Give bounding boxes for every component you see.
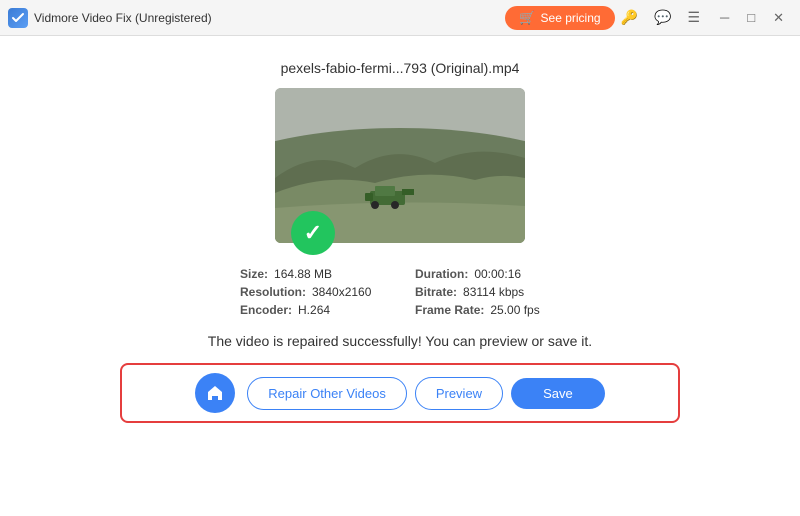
resolution-label: Resolution: xyxy=(240,285,306,299)
pricing-label: See pricing xyxy=(541,11,601,25)
encoder-label: Encoder: xyxy=(240,303,292,317)
success-message: The video is repaired successfully! You … xyxy=(208,333,592,349)
encoder-row: Encoder: H.264 xyxy=(240,303,385,317)
resolution-row: Resolution: 3840x2160 xyxy=(240,285,385,299)
app-title: Vidmore Video Fix (Unregistered) xyxy=(34,11,212,25)
size-label: Size: xyxy=(240,267,268,281)
preview-button[interactable]: Preview xyxy=(415,377,503,410)
chat-icon-button[interactable]: 💬 xyxy=(648,5,677,30)
main-content: pexels-fabio-fermi...793 (Original).mp4 xyxy=(0,36,800,516)
framerate-label: Frame Rate: xyxy=(415,303,484,317)
duration-row: Duration: 00:00:16 xyxy=(415,267,560,281)
menu-icon-button[interactable]: ☰ xyxy=(681,5,706,30)
title-bar: Vidmore Video Fix (Unregistered) 🛒 See p… xyxy=(0,0,800,36)
title-bar-actions: 🔑 💬 ☰ xyxy=(615,5,706,30)
home-icon xyxy=(205,383,225,403)
encoder-value: H.264 xyxy=(298,303,330,317)
size-value: 164.88 MB xyxy=(274,267,332,281)
save-button[interactable]: Save xyxy=(511,378,605,409)
repair-other-button[interactable]: Repair Other Videos xyxy=(247,377,407,410)
minimize-button[interactable]: ─ xyxy=(712,6,737,30)
search-icon-button[interactable]: 🔑 xyxy=(615,5,644,30)
app-logo-icon xyxy=(8,8,28,28)
window-controls: ─ □ ✕ xyxy=(712,6,792,30)
bitrate-label: Bitrate: xyxy=(415,285,457,299)
size-row: Size: 164.88 MB xyxy=(240,267,385,281)
bitrate-row: Bitrate: 83114 kbps xyxy=(415,285,560,299)
video-info: Size: 164.88 MB Duration: 00:00:16 Resol… xyxy=(240,267,560,317)
success-badge: ✓ xyxy=(291,211,335,255)
cart-icon: 🛒 xyxy=(519,10,535,26)
bottom-actions-bar: Repair Other Videos Preview Save xyxy=(120,363,680,423)
app-logo: Vidmore Video Fix (Unregistered) xyxy=(8,8,505,28)
framerate-row: Frame Rate: 25.00 fps xyxy=(415,303,560,317)
home-button[interactable] xyxy=(195,373,235,413)
duration-value: 00:00:16 xyxy=(474,267,521,281)
bitrate-value: 83114 kbps xyxy=(463,285,524,299)
resolution-value: 3840x2160 xyxy=(312,285,371,299)
video-filename: pexels-fabio-fermi...793 (Original).mp4 xyxy=(281,60,520,76)
maximize-button[interactable]: □ xyxy=(739,6,763,30)
close-button[interactable]: ✕ xyxy=(765,6,792,30)
framerate-value: 25.00 fps xyxy=(490,303,539,317)
duration-label: Duration: xyxy=(415,267,468,281)
video-container: ✓ xyxy=(275,88,525,243)
see-pricing-button[interactable]: 🛒 See pricing xyxy=(505,6,614,30)
